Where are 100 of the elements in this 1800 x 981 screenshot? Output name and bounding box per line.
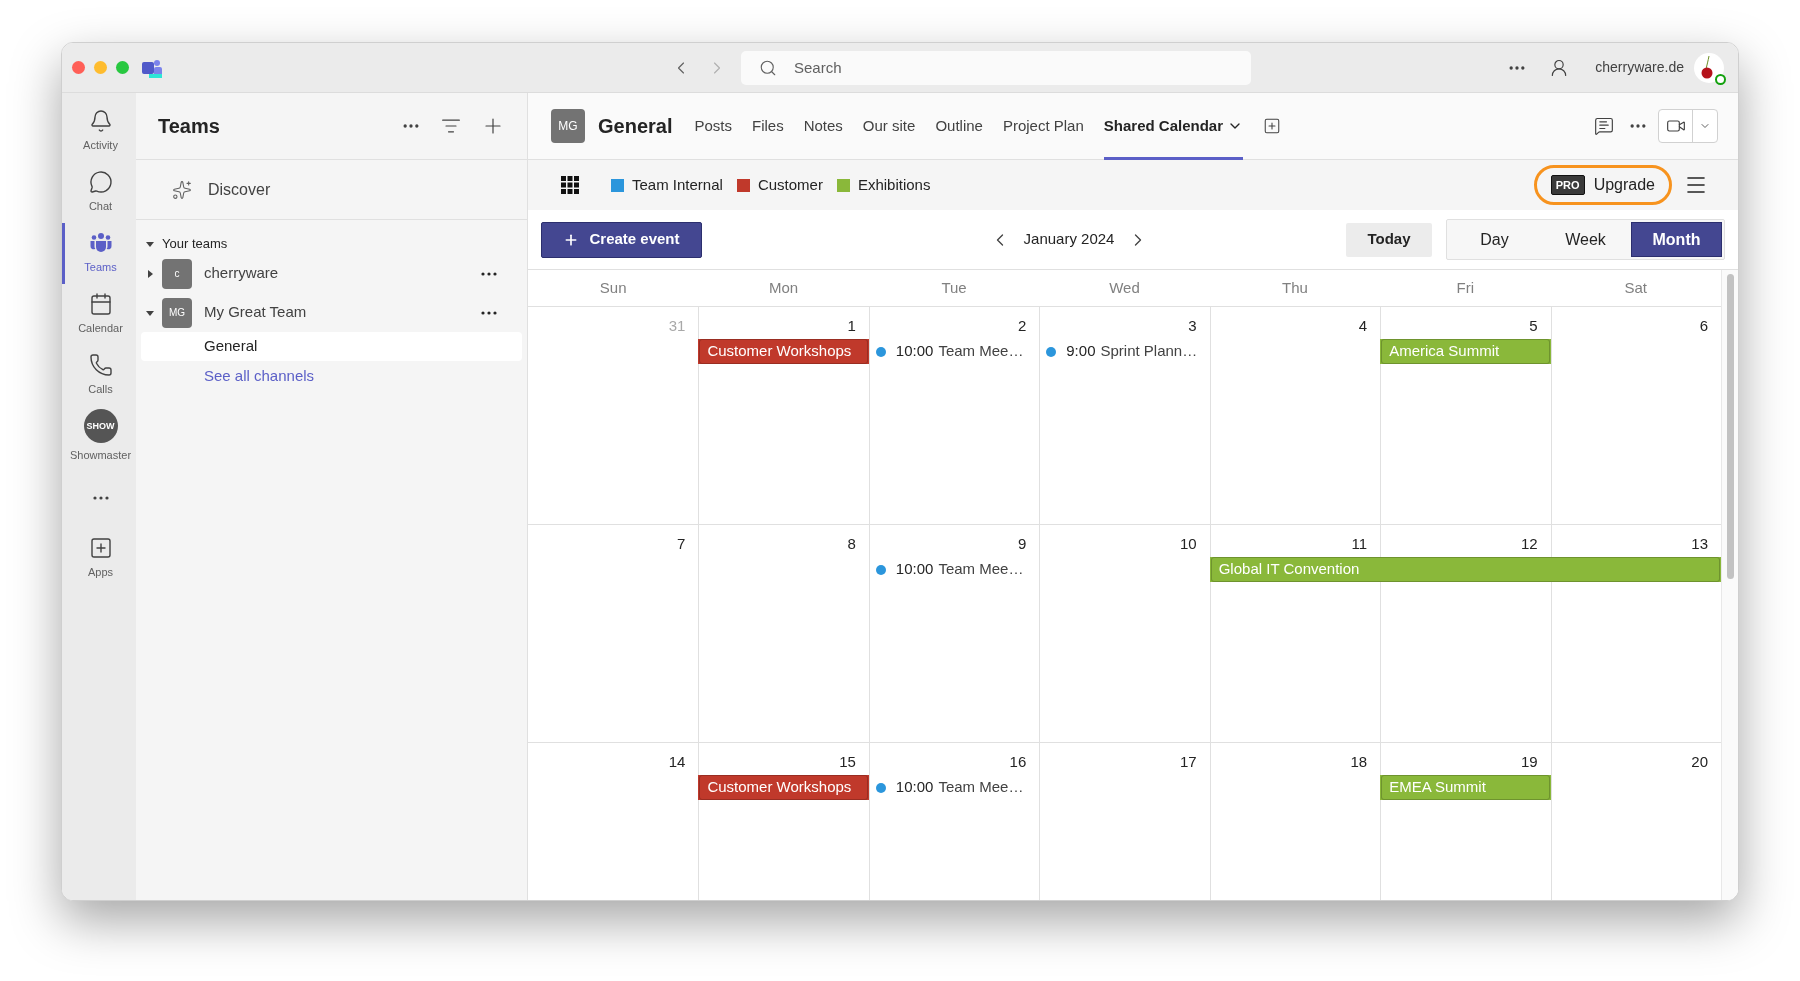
day-number: 12 <box>1520 533 1538 554</box>
day-number: 5 <box>1529 315 1538 336</box>
create-event-button[interactable]: Create event <box>541 221 702 258</box>
channel-tab[interactable]: Outline <box>935 92 983 160</box>
bell-icon <box>88 109 113 134</box>
team-avatar: MG <box>162 297 192 328</box>
event-bar[interactable]: Customer Workshops <box>699 775 868 800</box>
day-number: 11 <box>1351 533 1368 554</box>
weekday-label: Wed <box>1109 277 1140 298</box>
day-number: 20 <box>1691 751 1708 772</box>
event-time: 9:00 <box>1066 341 1096 362</box>
discover-item[interactable]: Discover <box>136 160 527 220</box>
event-time: 10:00 <box>895 777 934 798</box>
scrollbar[interactable] <box>1721 270 1738 900</box>
phone-icon <box>88 353 113 378</box>
chat-icon <box>88 170 113 195</box>
view-tab[interactable]: Month <box>1631 222 1722 257</box>
day-number: 10 <box>1180 533 1197 554</box>
event-title: Sprint Plann… <box>1100 341 1198 362</box>
day-number: 18 <box>1350 751 1368 772</box>
timed-event[interactable]: 10:00 Team Mee… <box>868 557 1040 582</box>
weekday-label: Sat <box>1624 277 1648 298</box>
grid-icon[interactable] <box>561 176 579 194</box>
weekday-label: Tue <box>941 277 967 298</box>
add-tab-icon[interactable] <box>1263 117 1281 135</box>
panel-title: Teams <box>158 114 221 139</box>
more-icon[interactable] <box>481 310 497 315</box>
timed-event[interactable]: 9:00 Sprint Plann… <box>1039 339 1210 364</box>
day-number: 3 <box>1188 315 1197 336</box>
weekday-label: Sun <box>599 277 627 298</box>
day-number: 9 <box>1017 533 1027 554</box>
team-name: cherryware <box>204 263 280 284</box>
weekday-label: Mon <box>769 277 799 298</box>
timed-event[interactable]: 10:00 Team Mee… <box>868 775 1040 800</box>
event-bar[interactable]: Customer Workshops <box>699 339 868 364</box>
legend-label: Team Internal <box>632 174 723 195</box>
weekday-label: Thu <box>1282 277 1308 298</box>
month-label: January 2024 <box>1023 229 1115 250</box>
rail-item[interactable]: Calls <box>62 345 136 406</box>
caret-icon <box>146 308 154 317</box>
day-number: 19 <box>1520 751 1538 772</box>
day-number: 13 <box>1691 533 1708 554</box>
channel-tab[interactable]: Our site <box>862 92 916 160</box>
sparkle-icon <box>172 179 192 200</box>
rail-item[interactable]: Activity <box>62 101 136 162</box>
day-number: 31 <box>668 315 686 336</box>
view-tab[interactable]: Week <box>1540 222 1631 257</box>
video-call-button[interactable] <box>1658 109 1718 143</box>
day-number: 1 <box>847 315 856 336</box>
section-label: Your teams <box>162 235 228 254</box>
caret-icon <box>146 269 154 278</box>
weekday-label: Fri <box>1456 277 1475 298</box>
channel-tab[interactable]: Notes <box>803 92 843 160</box>
rail-item[interactable]: Calendar <box>62 284 136 345</box>
legend-label: Exhibitions <box>857 174 931 195</box>
search-field[interactable]: Search <box>741 50 1251 85</box>
view-tab[interactable]: Day <box>1449 222 1540 257</box>
see-all-channels-link[interactable]: See all channels <box>204 364 315 388</box>
day-number: 7 <box>677 533 686 554</box>
day-number: 15 <box>839 751 856 772</box>
day-number: 14 <box>668 751 686 772</box>
event-time: 10:00 <box>895 559 934 580</box>
rail-item[interactable]: Chat <box>62 162 136 223</box>
day-number: 4 <box>1358 315 1368 336</box>
event-title: Team Mee… <box>938 341 1024 362</box>
day-number: 16 <box>1009 751 1027 772</box>
caret-icon <box>146 240 154 248</box>
avatar-icon[interactable] <box>1694 52 1724 83</box>
account-name: cherryware.de <box>1595 58 1684 77</box>
search-icon <box>759 58 777 77</box>
app-icon: SHOW <box>83 409 118 444</box>
section-header[interactable]: Your teams <box>136 234 527 254</box>
rail-item[interactable]: SHOW Showmaster <box>62 406 136 467</box>
day-number: 17 <box>1180 751 1197 772</box>
team-avatar: c <box>162 258 192 289</box>
add-icon <box>88 536 113 561</box>
channel-avatar: MG <box>551 109 585 143</box>
team-item[interactable]: c cherryware <box>136 254 527 293</box>
team-item[interactable]: MG My Great Team <box>136 293 527 332</box>
chat-icon[interactable] <box>1594 116 1614 136</box>
calendar-icon <box>88 292 113 317</box>
day-number: 8 <box>847 533 856 554</box>
team-name: My Great Team <box>204 302 308 323</box>
close-window-icon[interactable] <box>72 61 85 74</box>
timed-event[interactable]: 10:00 Team Mee… <box>868 339 1040 364</box>
more-icon <box>92 495 109 500</box>
event-time: 10:00 <box>895 341 934 362</box>
channel-tab[interactable]: Posts <box>694 92 732 160</box>
rail-item[interactable]: Apps <box>62 528 136 589</box>
more-icon[interactable] <box>481 271 497 276</box>
channel-tab[interactable]: Files <box>752 92 784 160</box>
channel-item[interactable]: General <box>141 332 522 361</box>
upgrade-button[interactable]: PRO Upgrade <box>1533 165 1672 205</box>
channel-tab[interactable]: Project Plan <box>1002 92 1084 160</box>
today-button[interactable]: Today <box>1346 222 1432 257</box>
pro-badge: PRO <box>1550 174 1585 196</box>
legend-label: Customer <box>757 174 823 195</box>
day-number: 6 <box>1699 315 1708 336</box>
channel-title: General <box>598 114 673 139</box>
event-title: Team Mee… <box>938 777 1024 798</box>
